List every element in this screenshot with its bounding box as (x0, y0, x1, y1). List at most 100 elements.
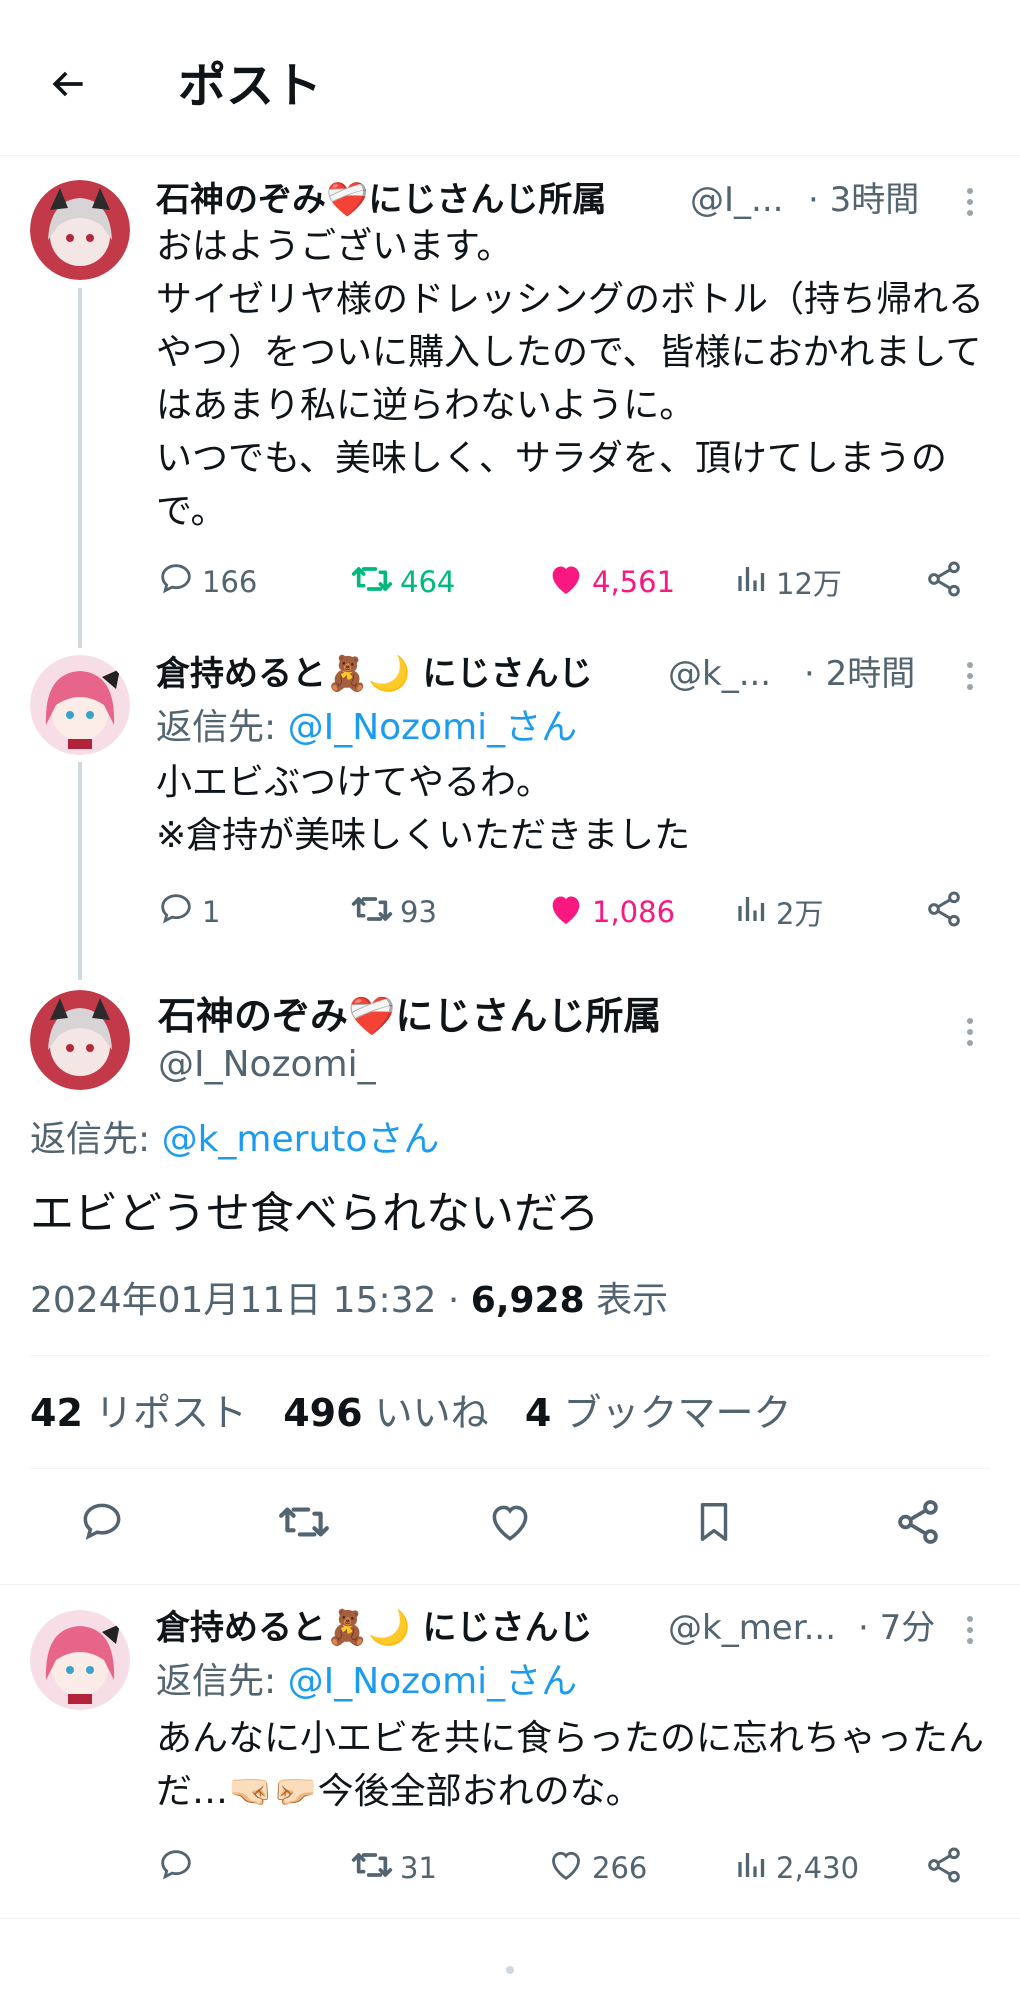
repost-button[interactable] (274, 1494, 334, 1554)
views-icon (734, 891, 770, 934)
author-name[interactable]: 倉持めると🧸🌙 にじさんじ (156, 652, 593, 696)
like-button[interactable] (480, 1494, 540, 1554)
top-bar (0, 0, 1020, 156)
bookmark-button[interactable] (684, 1494, 744, 1554)
tweet-text: エビどうせ食べられないだろ (30, 1188, 600, 1239)
repost-count: 93 (400, 895, 437, 929)
reply-to-label: 返信先: (156, 1661, 288, 1702)
reply-count: 1 (202, 895, 221, 929)
more-options-icon[interactable] (952, 658, 988, 694)
author-handle[interactable]: @k_mer... (668, 1606, 836, 1650)
more-options-icon[interactable] (952, 1014, 988, 1050)
reply-to-line: 返信先: @k_merutoさん (30, 1116, 439, 1164)
views-icon (734, 1847, 770, 1890)
like-count: 4,561 (592, 565, 676, 599)
thread-line (78, 762, 82, 980)
reply-to-mention[interactable]: @I_Nozomi_さん (288, 707, 578, 748)
views-icon (734, 561, 770, 604)
bookmark-icon (691, 1497, 737, 1551)
bookmark-stat[interactable]: 4 ブックマーク (525, 1391, 792, 1435)
engagement-stats: 42 リポスト 496 いいね 4 ブックマーク (30, 1388, 791, 1438)
tweet-text: おはようございます。 サイゼリヤ様のドレッシングのボトル（持ち帰れるやつ）をつい… (156, 226, 985, 532)
loading-dot (506, 1966, 514, 1974)
view-count: 6,928 (470, 1280, 585, 1321)
share-icon (924, 559, 964, 606)
repost-icon (277, 1497, 331, 1551)
repost-icon (350, 889, 394, 936)
avatar[interactable] (30, 655, 130, 755)
reply-button[interactable]: 166 (156, 560, 257, 604)
reply-to-label: 返信先: (156, 707, 288, 748)
repost-button[interactable]: 93 (350, 890, 437, 934)
reply-button[interactable]: 1 (156, 890, 220, 934)
like-stat[interactable]: 496 いいね (283, 1391, 488, 1435)
divider (30, 1468, 990, 1469)
like-count: 1,086 (592, 895, 676, 929)
reply-to-mention[interactable]: @k_merutoさん (162, 1119, 440, 1160)
reply-button[interactable] (72, 1494, 132, 1554)
views-button[interactable]: 2万 (734, 890, 823, 934)
like-button[interactable]: 266 (546, 1846, 647, 1890)
share-button[interactable] (924, 560, 964, 604)
share-icon (924, 1845, 964, 1892)
repost-button[interactable]: 464 (350, 560, 455, 604)
repost-count: 31 (400, 1851, 437, 1885)
reply-icon (156, 1845, 196, 1892)
reply-button[interactable] (156, 1846, 202, 1890)
reply-count: 166 (202, 565, 258, 599)
timestamp[interactable]: · 2時間 (804, 652, 915, 696)
page-title: ポスト (178, 58, 323, 114)
like-button[interactable]: 1,086 (546, 890, 675, 934)
more-options-icon[interactable] (952, 184, 988, 220)
like-count: 266 (592, 1851, 648, 1885)
repost-stat[interactable]: 42 リポスト (30, 1391, 247, 1435)
tweet-text: 小エビぶつけてやるわ。 ※倉持が美味しくいただきました (156, 762, 691, 856)
author-name[interactable]: 石神のぞみ❤️‍🩹にじさんじ所属 (156, 178, 606, 222)
author-handle[interactable]: @I_Nozomi_ (158, 1042, 376, 1088)
avatar[interactable] (30, 180, 130, 280)
reply-icon (156, 559, 196, 606)
heart-icon (546, 889, 586, 936)
heart-icon (546, 1845, 586, 1892)
view-label: 表示 (584, 1280, 669, 1321)
reply-to-line: 返信先: @I_Nozomi_さん (156, 1658, 577, 1706)
share-button[interactable] (888, 1494, 948, 1554)
reply-icon (156, 889, 196, 936)
heart-icon (546, 559, 586, 606)
repost-icon (350, 1845, 394, 1892)
share-button[interactable] (924, 1846, 964, 1890)
avatar[interactable] (30, 1610, 130, 1710)
tweet-datetime[interactable]: 2024年01月11日 15:32 · (30, 1280, 471, 1321)
divider (0, 1918, 1020, 1919)
reply-to-mention[interactable]: @I_Nozomi_さん (288, 1661, 578, 1702)
tweet-text: あんなに小エビを共に食らったのに忘れちゃったんだ…🤜🏻🤛🏻今後全部おれのな。 (156, 1718, 985, 1812)
timestamp[interactable]: · 3時間 (808, 178, 919, 222)
reply-icon (77, 1497, 127, 1551)
views-count: 2万 (776, 897, 824, 931)
more-options-icon[interactable] (952, 1612, 988, 1648)
timestamp[interactable]: · 7分 (858, 1606, 935, 1650)
share-icon (924, 889, 964, 936)
reply-to-line: 返信先: @I_Nozomi_さん (156, 704, 577, 752)
avatar[interactable] (30, 990, 130, 1090)
author-name[interactable]: 石神のぞみ❤️‍🩹にじさんじ所属 (158, 992, 661, 1040)
author-handle[interactable]: @k_... (668, 652, 771, 696)
views-button[interactable]: 2,430 (734, 1846, 859, 1890)
views-count: 12万 (776, 567, 842, 601)
like-button[interactable]: 4,561 (546, 560, 675, 604)
views-button[interactable]: 12万 (734, 560, 842, 604)
divider (0, 1584, 1020, 1585)
repost-icon (350, 559, 394, 606)
heart-icon (485, 1497, 535, 1551)
author-name[interactable]: 倉持めると🧸🌙 にじさんじ (156, 1606, 593, 1650)
repost-count: 464 (400, 565, 456, 599)
author-handle[interactable]: @I_... (690, 178, 783, 222)
repost-button[interactable]: 31 (350, 1846, 437, 1890)
back-arrow-icon[interactable] (44, 60, 92, 108)
divider (30, 1355, 990, 1356)
share-icon (893, 1497, 943, 1551)
views-count: 2,430 (776, 1851, 860, 1885)
reply-to-label: 返信先: (30, 1119, 162, 1160)
tweet-meta: 2024年01月11日 15:32 · 6,928 表示 (30, 1278, 668, 1324)
share-button[interactable] (924, 890, 964, 934)
